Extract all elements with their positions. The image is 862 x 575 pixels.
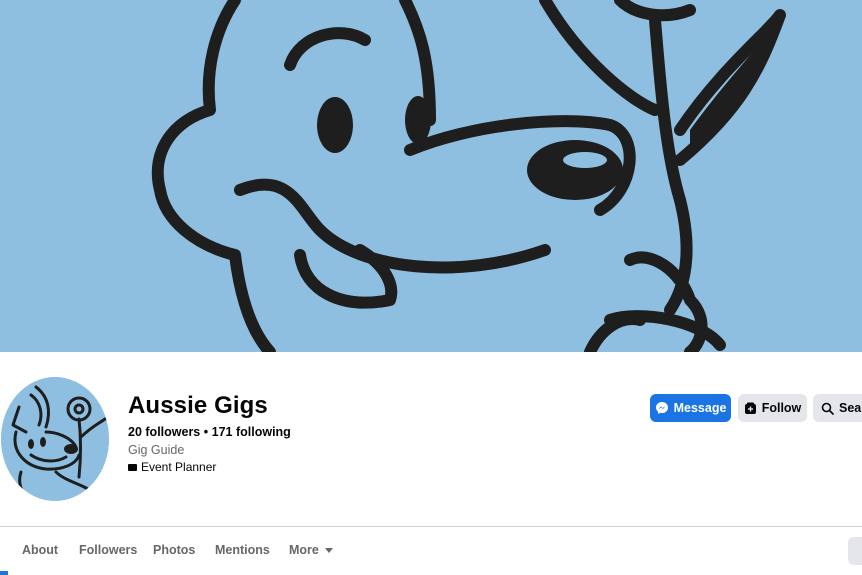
following-link[interactable]: 171 following — [212, 425, 291, 439]
profile-tabs: About Followers Photos Mentions More — [0, 527, 862, 575]
tab-more-label: More — [289, 543, 319, 557]
briefcase-icon — [128, 463, 137, 471]
following-count: 171 — [211, 425, 233, 439]
search-button[interactable]: Sear — [813, 394, 862, 422]
followers-count: 20 — [128, 425, 142, 439]
message-button-label: Message — [673, 401, 727, 415]
page-role: Event Planner — [128, 460, 216, 474]
followers-link[interactable]: 20 followers — [128, 425, 200, 439]
caret-down-icon — [324, 547, 333, 553]
follow-stats: 20 followers • 171 following — [128, 425, 291, 439]
messenger-icon — [655, 402, 668, 414]
page-category: Gig Guide — [128, 443, 185, 457]
profile-avatar[interactable] — [0, 374, 112, 504]
page-role-label: Event Planner — [141, 460, 217, 474]
profile-header: Aussie Gigs 20 followers • 171 following… — [0, 352, 862, 527]
tab-more[interactable]: More — [289, 543, 333, 557]
tabs-overflow-button[interactable] — [848, 537, 862, 565]
cover-illustration — [0, 0, 862, 352]
stats-separator: • — [203, 425, 209, 439]
followers-label: followers — [145, 425, 201, 439]
tab-mentions[interactable]: Mentions — [215, 543, 270, 557]
following-label: following — [235, 425, 291, 439]
follow-button[interactable]: Follow — [738, 394, 807, 422]
search-button-label: Sear — [839, 401, 862, 415]
tab-followers[interactable]: Followers — [79, 543, 137, 557]
search-icon — [821, 402, 834, 415]
avatar-image — [0, 374, 112, 504]
follow-button-label: Follow — [761, 401, 802, 415]
kangaroo-avatar-illustration — [1, 377, 109, 501]
cover-photo[interactable] — [0, 0, 862, 352]
follow-icon — [744, 402, 756, 414]
page-name: Aussie Gigs — [128, 392, 268, 419]
tab-photos[interactable]: Photos — [153, 543, 195, 557]
tab-about[interactable]: About — [22, 543, 58, 557]
message-button[interactable]: Message — [650, 394, 731, 422]
active-tab-indicator — [0, 571, 8, 575]
